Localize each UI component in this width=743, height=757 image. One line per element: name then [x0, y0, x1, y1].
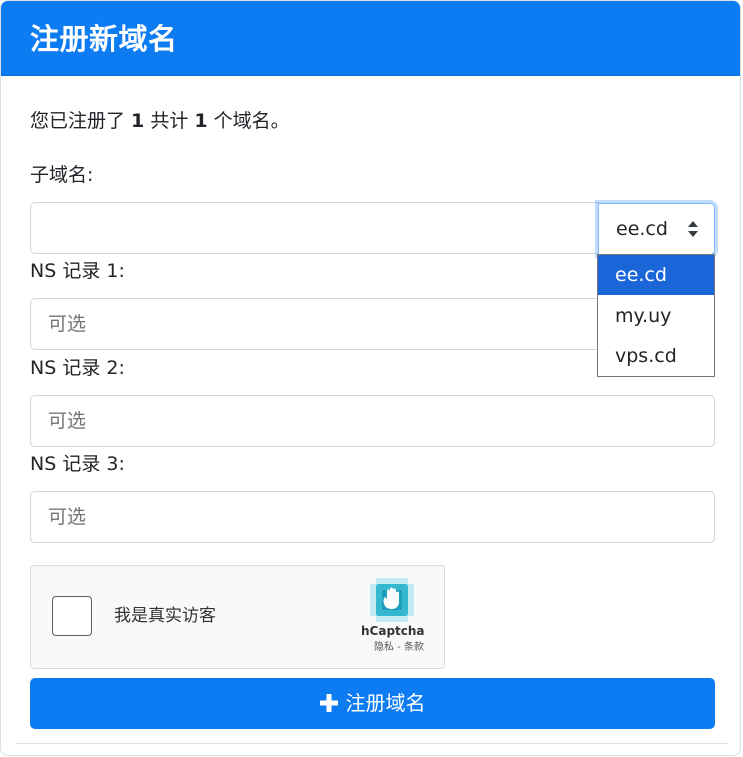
- captcha-privacy-terms-links[interactable]: 隐私 - 条款: [374, 641, 424, 655]
- hcaptcha-logo-icon: [370, 578, 414, 622]
- registration-summary: 您已注册了 1 共计 1 个域名。: [30, 107, 290, 135]
- card-footer-divider: [16, 743, 728, 744]
- register-domain-button[interactable]: 注册域名: [30, 678, 715, 729]
- ns1-label: NS 记录 1:: [30, 260, 125, 282]
- ns3-label: NS 记录 3:: [30, 453, 125, 475]
- dropdown-option-vps-cd[interactable]: vps.cd: [598, 336, 714, 376]
- select-updown-icon: [688, 221, 698, 237]
- register-domain-button-label: 注册域名: [345, 691, 426, 715]
- page-title: 注册新域名: [30, 22, 178, 56]
- summary-middle: 共计: [144, 110, 195, 132]
- subdomain-input[interactable]: [30, 202, 599, 254]
- captcha-label: 我是真实访客: [114, 606, 216, 626]
- ns2-input[interactable]: [30, 395, 715, 447]
- captcha-brand: hCaptcha: [361, 624, 425, 638]
- hcaptcha-widget: 我是真实访客 hCaptcha 隐私 - 条款: [30, 565, 445, 669]
- subdomain-label: 子域名:: [30, 164, 94, 186]
- domain-suffix-select[interactable]: ee.cd: [598, 203, 715, 255]
- total-count: 1: [194, 110, 208, 132]
- domain-suffix-dropdown[interactable]: ee.cd my.uy vps.cd: [597, 254, 715, 377]
- register-domain-card: 注册新域名 您已注册了 1 共计 1 个域名。 子域名: ee.cd NS 记录…: [0, 0, 741, 756]
- dropdown-option-ee-cd[interactable]: ee.cd: [598, 255, 714, 295]
- ns3-input[interactable]: [30, 491, 715, 543]
- registered-count: 1: [131, 110, 145, 132]
- ns2-label: NS 记录 2:: [30, 357, 125, 379]
- domain-suffix-selected: ee.cd: [616, 218, 668, 240]
- card-header: 注册新域名: [1, 1, 740, 76]
- summary-prefix: 您已注册了: [30, 110, 132, 132]
- dropdown-option-my-uy[interactable]: my.uy: [598, 296, 714, 336]
- plus-icon: [319, 693, 338, 712]
- captcha-checkbox[interactable]: [52, 596, 92, 636]
- summary-suffix: 个域名。: [207, 110, 290, 132]
